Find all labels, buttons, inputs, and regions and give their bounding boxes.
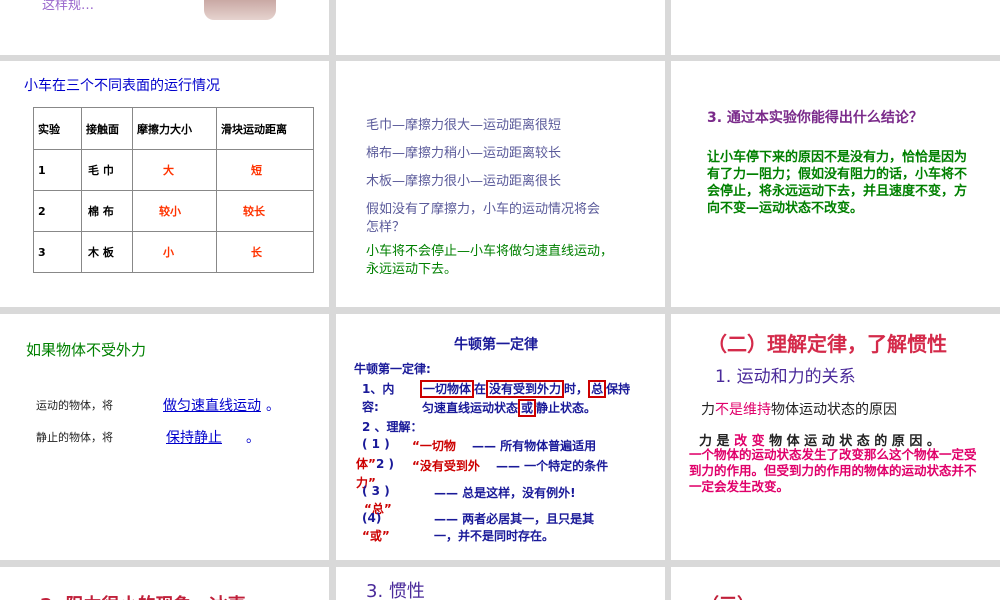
- slide-thumbnail-9[interactable]: （二）理解定律，了解惯性 1. 运动和力的关系 力不是维持物体运动状态的原因 力…: [671, 314, 1000, 560]
- table-cell: 短: [216, 149, 314, 191]
- law-text: 在: [474, 382, 487, 396]
- static-end: 。: [246, 430, 260, 446]
- relation-text: 力: [701, 402, 715, 418]
- conclusion-heading: 3. 通过本实验你能得出什么结论？: [707, 110, 923, 126]
- experiment-table: 实验 接触面 摩擦力大小 滑块运动距离 1 毛 巾 大 短 2 棉 布 较小 较…: [33, 107, 314, 273]
- item-text: —— 总是这样，没有例外!: [434, 486, 576, 500]
- law-key-always: 总: [588, 380, 607, 398]
- content-label: 1、内: [362, 382, 395, 396]
- result-line-1: 毛巾—摩擦力很大—运动距离很短: [366, 118, 562, 133]
- table-cell: 木 板: [81, 231, 133, 273]
- content-label: 容:: [362, 400, 379, 414]
- static-label: 静止的物体，将: [36, 431, 113, 444]
- result-line-2: 棉布—摩擦力稍小—运动距离较长: [366, 146, 562, 161]
- static-answer: 保持静止: [166, 430, 222, 446]
- item-number: (4): [362, 511, 382, 525]
- photo-thumbnail: [204, 0, 276, 20]
- question-text: 假如没有了摩擦力，小车的运动情况将会怎样？: [366, 202, 601, 235]
- item-text: —— 两者必居其一，且只是其: [434, 512, 595, 526]
- table-header-row: 实验 接触面 摩擦力大小 滑块运动距离: [33, 107, 314, 150]
- table-cell: 小: [132, 231, 217, 273]
- slide-thumbnail-1[interactable]: 这样规…: [0, 0, 329, 55]
- partial-heading: 3. 惯性: [366, 581, 425, 600]
- item-number: ( 3 ): [362, 484, 390, 498]
- subsection-heading: 1. 运动和力的关系: [715, 367, 856, 387]
- partial-heading: 2. 阻力很小的现象，冰壶: [40, 591, 246, 600]
- result-line-3: 木板—摩擦力很小—运动距离很长: [366, 174, 562, 189]
- item-key-tail: 体”: [356, 457, 376, 471]
- section-heading: （二）理解定律，了解惯性: [707, 332, 947, 356]
- slide-thumbnail-4[interactable]: 小车在三个不同表面的运行情况 实验 接触面 摩擦力大小 滑块运动距离 1 毛 巾…: [0, 61, 329, 307]
- item-key: “一切物: [412, 439, 456, 453]
- law-text: 保持: [606, 382, 631, 396]
- slide-thumbnail-3[interactable]: [671, 0, 1000, 55]
- slide-thumbnail-7[interactable]: 如果物体不受外力 运动的物体，将 做匀速直线运动 。 静止的物体，将 保持静止 …: [0, 314, 329, 560]
- law-key-no-force: 没有受到外力: [486, 380, 565, 398]
- item-number: 2 ): [376, 457, 395, 471]
- understand-label: 2 、理解：: [362, 420, 423, 434]
- table-header: 摩擦力大小: [132, 107, 217, 150]
- answer-text: 小车将不会停止—小车将做匀速直线运动，永远运动下去。: [366, 244, 614, 277]
- law-line-2: 匀速直线运动状态或静止状态。: [422, 399, 597, 417]
- table-header: 滑块运动距离: [216, 107, 314, 150]
- moving-end: 。: [266, 398, 280, 414]
- table-cell: 长: [216, 231, 314, 273]
- law-text: 匀速直线运动状态: [422, 401, 519, 415]
- conclusion-body: 让小车停下来的原因不是没有力，恰恰是因为有了力—阻力；假如没有阻力的话，小车将不…: [707, 150, 968, 216]
- relation-key: 不是维持: [715, 402, 771, 418]
- table-cell: 毛 巾: [81, 149, 133, 191]
- table-cell: 较小: [132, 190, 217, 232]
- table-cell: 2: [33, 190, 82, 232]
- table-row: 3 木 板 小 长: [33, 231, 314, 273]
- table-cell: 1: [33, 149, 82, 191]
- slide-thumbnail-10[interactable]: 2. 阻力很小的现象，冰壶: [0, 567, 329, 600]
- slide-thumbnail-2[interactable]: [336, 0, 665, 55]
- partial-heading: （三）…: [701, 591, 773, 600]
- slide-thumbnail-11[interactable]: 3. 惯性: [336, 567, 665, 600]
- slide-thumbnail-12[interactable]: （三）…: [671, 567, 1000, 600]
- table-header: 接触面: [81, 107, 133, 150]
- slide-thumbnail-5[interactable]: 毛巾—摩擦力很大—运动距离很短 棉布—摩擦力稍小—运动距离较长 木板—摩擦力很小…: [336, 61, 665, 307]
- partial-text: 这样规…: [42, 0, 95, 13]
- law-text: 时，: [564, 382, 589, 396]
- slide-title: 牛顿第一定律: [454, 337, 538, 353]
- item-key: “或”: [362, 529, 390, 543]
- moving-answer: 做匀速直线运动: [163, 398, 261, 414]
- moving-label: 运动的物体，将: [36, 399, 113, 412]
- law-key-or: 或: [518, 399, 537, 417]
- item-text: —— 所有物体普遍适用: [472, 439, 597, 453]
- law-text: 静止状态。: [536, 401, 597, 415]
- law-key-all-objects: 一切物体: [420, 380, 475, 398]
- relation-line-1: 力不是维持物体运动状态的原因: [701, 399, 897, 419]
- table-cell: 棉 布: [81, 190, 133, 232]
- slide-title: 小车在三个不同表面的运行情况: [24, 78, 220, 94]
- item-text: —— 一个特定的条件: [496, 459, 609, 473]
- relation-body: 一个物体的运动状态发生了改变那么这个物体一定受到力的作用。但受到力的作用的物体的…: [689, 447, 977, 494]
- slide-title: 如果物体不受外力: [26, 341, 147, 359]
- table-cell: 大: [132, 149, 217, 191]
- slide-thumbnail-8[interactable]: 牛顿第一定律 牛顿第一定律: 1、内 容: 一切物体在没有受到外力 时，总保持 匀…: [336, 314, 665, 560]
- law-line-1: 一切物体在没有受到外力 时，总保持: [420, 380, 631, 398]
- law-label: 牛顿第一定律:: [354, 362, 431, 376]
- table-header: 实验: [33, 107, 82, 150]
- item-key: “没有受到外: [412, 459, 480, 473]
- table-cell: 较长: [216, 190, 314, 232]
- slide-thumbnail-6[interactable]: 3. 通过本实验你能得出什么结论？ 让小车停下来的原因不是没有力，恰恰是因为有了…: [671, 61, 1000, 307]
- relation-text: 物体运动状态的原因: [771, 402, 897, 418]
- table-cell: 3: [33, 231, 82, 273]
- item-text: 一，并不是同时存在。: [434, 529, 555, 543]
- item-number: ( 1 ): [362, 437, 390, 451]
- table-row: 2 棉 布 较小 较长: [33, 190, 314, 232]
- table-row: 1 毛 巾 大 短: [33, 149, 314, 191]
